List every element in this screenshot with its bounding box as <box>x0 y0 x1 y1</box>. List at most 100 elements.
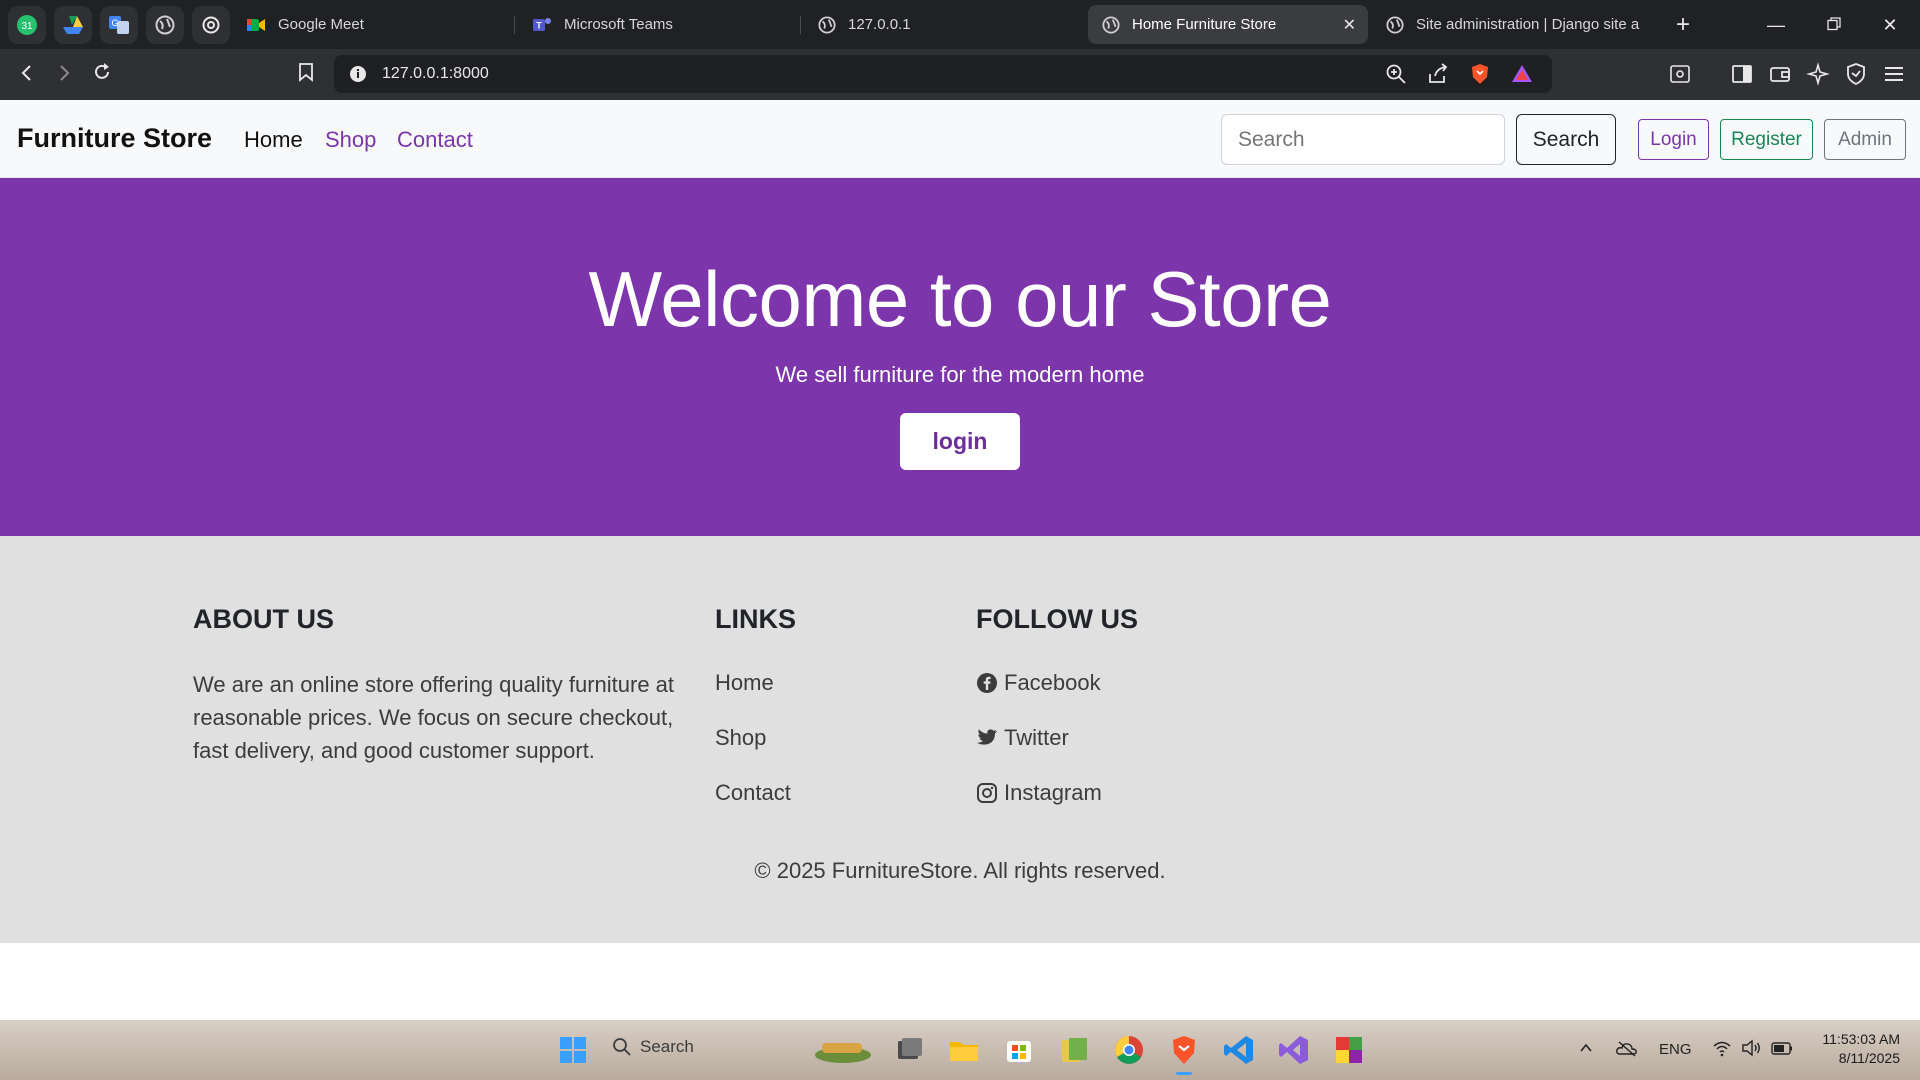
widgets-icon[interactable] <box>812 1033 874 1067</box>
login-button[interactable]: Login <box>1638 119 1709 160</box>
chrome-icon[interactable] <box>1112 1033 1146 1067</box>
google-meet-icon <box>247 18 265 31</box>
chevron-up-icon[interactable] <box>1578 1040 1594 1056</box>
pinned-tab-translate[interactable]: G <box>100 5 138 44</box>
social-link-instagram[interactable]: Instagram <box>976 780 1102 806</box>
social-label: Facebook <box>1004 670 1101 695</box>
pinned-tabs: 31 G <box>0 5 230 44</box>
nav-link-contact[interactable]: Contact <box>397 127 473 153</box>
browser-toolbar: 127.0.0.1:8000 <box>0 49 1920 100</box>
language-indicator[interactable]: ENG <box>1659 1041 1692 1058</box>
site-info-icon[interactable] <box>346 62 370 86</box>
tab-google-meet[interactable]: Google Meet <box>232 5 512 44</box>
globe-icon <box>1386 15 1404 34</box>
footer-link-shop[interactable]: Shop <box>715 725 766 751</box>
wifi-icon[interactable] <box>1712 1039 1732 1057</box>
tab-localhost[interactable]: 127.0.0.1 <box>804 5 1084 44</box>
taskbar-search-label: Search <box>640 1037 694 1056</box>
tab-title: Google Meet <box>278 16 364 33</box>
share-icon[interactable] <box>1426 62 1450 86</box>
brave-rewards-icon[interactable] <box>1510 62 1534 86</box>
clock-date: 8/11/2025 <box>1838 1050 1900 1066</box>
tab-title: Site administration | Django site a <box>1416 16 1640 33</box>
taskbar-search[interactable]: Search <box>612 1037 694 1057</box>
visual-studio-icon[interactable] <box>1277 1033 1311 1067</box>
windows-start-icon[interactable] <box>556 1033 590 1067</box>
file-manager-icon[interactable] <box>1057 1033 1091 1067</box>
follow-heading: FOLLOW US <box>976 604 1138 634</box>
nav-link-home[interactable]: Home <box>244 127 303 153</box>
nav-link-shop[interactable]: Shop <box>325 127 376 153</box>
brand-logo[interactable]: Furniture Store <box>17 123 212 154</box>
window-close-icon[interactable]: ✕ <box>1874 9 1906 41</box>
leo-ai-icon[interactable] <box>1806 62 1830 86</box>
brave-shields-icon[interactable] <box>1468 62 1492 86</box>
hero-login-button[interactable]: login <box>900 413 1020 470</box>
forward-icon[interactable] <box>48 59 80 91</box>
volume-icon[interactable] <box>1741 1039 1763 1057</box>
calendar-icon: 31 <box>17 14 37 35</box>
svg-text:31: 31 <box>21 21 33 32</box>
clock-time: 11:53:03 AM <box>1822 1031 1900 1047</box>
twitter-icon <box>976 729 998 745</box>
file-explorer-icon[interactable] <box>947 1033 981 1067</box>
footer-link-contact[interactable]: Contact <box>715 780 791 806</box>
facebook-icon <box>977 673 997 693</box>
reload-icon[interactable] <box>86 59 118 91</box>
social-link-twitter[interactable]: Twitter <box>976 725 1069 751</box>
register-button[interactable]: Register <box>1720 119 1813 160</box>
copyright-text: © 2025 FurnitureStore. All rights reserv… <box>754 858 1166 883</box>
brave-browser-icon[interactable] <box>1167 1033 1201 1067</box>
translate-icon: G <box>109 15 129 34</box>
browser-tab-bar: 31 G Google Meet T Microsoft Teams 127.0… <box>0 0 1920 49</box>
search-button[interactable]: Search <box>1516 114 1616 165</box>
url-text: 127.0.0.1:8000 <box>382 65 489 82</box>
teams-icon: T <box>533 17 551 31</box>
hero-title: Welcome to our Store <box>588 255 1332 343</box>
zoom-icon[interactable] <box>1384 62 1408 86</box>
battery-icon[interactable] <box>1770 1039 1794 1057</box>
new-tab-button[interactable]: + <box>1668 10 1698 40</box>
office-app-icon[interactable] <box>1332 1033 1366 1067</box>
tab-home-furniture-store[interactable]: Home Furniture Store ✕ <box>1088 5 1368 44</box>
microsoft-store-icon[interactable] <box>1002 1033 1036 1067</box>
drive-icon <box>63 15 83 34</box>
sidebar-icon[interactable] <box>1730 62 1754 86</box>
pinned-tab-globe[interactable] <box>146 5 184 44</box>
task-view-icon[interactable] <box>892 1033 926 1067</box>
globe-icon <box>155 15 175 34</box>
site-navbar: Furniture Store Home Shop Contact Search… <box>0 100 1920 178</box>
search-input[interactable] <box>1221 114 1505 165</box>
vpn-shield-icon[interactable] <box>1844 62 1868 86</box>
svg-text:G: G <box>111 18 118 28</box>
tab-microsoft-teams[interactable]: T Microsoft Teams <box>518 5 798 44</box>
links-heading: LINKS <box>715 604 796 634</box>
back-icon[interactable] <box>11 59 43 91</box>
about-heading: ABOUT US <box>193 604 334 634</box>
close-icon[interactable]: ✕ <box>1343 15 1356 35</box>
tab-title: 127.0.0.1 <box>848 16 911 33</box>
tab-separator <box>800 16 801 34</box>
globe-icon <box>818 15 836 34</box>
vscode-icon[interactable] <box>1222 1033 1256 1067</box>
globe-icon <box>1102 15 1120 34</box>
pinned-tab-openai[interactable] <box>192 5 230 44</box>
restore-icon[interactable] <box>1818 9 1850 41</box>
instagram-icon <box>977 783 997 803</box>
system-clock[interactable]: 11:53:03 AM 8/11/2025 <box>1800 1030 1900 1068</box>
social-link-facebook[interactable]: Facebook <box>976 670 1101 696</box>
pinned-tab-drive[interactable] <box>54 5 92 44</box>
hero-banner: Welcome to our Store We sell furniture f… <box>0 178 1920 536</box>
reader-mode-icon[interactable] <box>1668 62 1692 86</box>
admin-button[interactable]: Admin <box>1824 119 1906 160</box>
onedrive-icon[interactable] <box>1616 1039 1638 1057</box>
footer-link-home[interactable]: Home <box>715 670 774 696</box>
tab-django-admin[interactable]: Site administration | Django site a <box>1372 5 1662 44</box>
bookmark-icon[interactable] <box>290 59 322 91</box>
wallet-icon[interactable] <box>1768 62 1792 86</box>
menu-icon[interactable] <box>1882 62 1906 86</box>
address-bar[interactable]: 127.0.0.1:8000 <box>334 55 1552 93</box>
minimize-icon[interactable]: — <box>1760 9 1792 41</box>
pinned-tab-calendar[interactable]: 31 <box>8 5 46 44</box>
hero-subtitle: We sell furniture for the modern home <box>775 362 1145 387</box>
